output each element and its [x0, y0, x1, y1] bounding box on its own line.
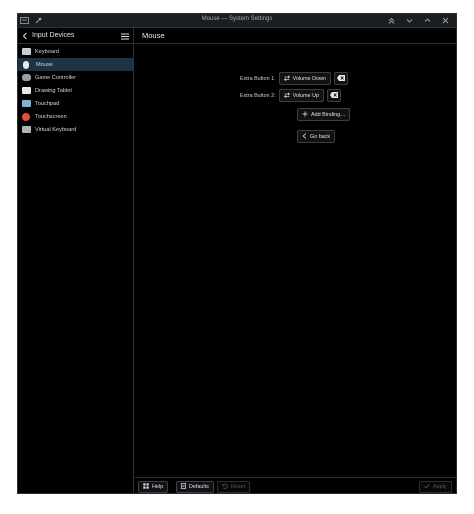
- binding-row: Extra Button 2: Volume Up: [240, 89, 342, 102]
- apply-button[interactable]: Apply: [419, 481, 452, 493]
- binding-row: Extra Button 1: Volume Down: [240, 72, 348, 85]
- sidebar-item-touchpad[interactable]: Touchpad: [18, 97, 133, 110]
- game-controller-icon: [22, 74, 31, 81]
- delete-binding-button[interactable]: [333, 72, 348, 85]
- sidebar-item-label: Touchpad: [35, 100, 60, 107]
- add-binding-row: Add Binding…: [297, 108, 351, 121]
- touchscreen-icon: [22, 112, 30, 121]
- binding-action-label: Volume Up: [292, 92, 320, 99]
- touchpad-icon: [22, 100, 31, 107]
- go-back-label: Go back: [310, 133, 331, 140]
- minimize-icon[interactable]: [405, 16, 414, 25]
- go-back-button[interactable]: Go back: [297, 130, 336, 143]
- footer-bar: Help Defaults Reset Apply: [135, 477, 456, 493]
- backspace-icon: [330, 91, 339, 100]
- sidebar-item-label: Touchscreen: [35, 113, 67, 120]
- sidebar-header: Input Devices: [18, 28, 133, 44]
- main-panel: Mouse Extra Button 1: Volume Down Extra …: [135, 28, 456, 493]
- maximize-icon[interactable]: [423, 16, 432, 25]
- keep-above-icon[interactable]: [387, 16, 396, 25]
- checkmark-icon: [424, 483, 430, 491]
- binding-action-label: Volume Down: [292, 75, 326, 82]
- sidebar-item-touchscreen[interactable]: Touchscreen: [18, 110, 133, 123]
- help-label: Help: [152, 484, 164, 490]
- sidebar-item-keyboard[interactable]: Keyboard: [18, 45, 133, 58]
- go-back-row: Go back: [297, 130, 336, 143]
- delete-binding-button[interactable]: [327, 89, 342, 102]
- hamburger-menu-icon[interactable]: [121, 27, 129, 45]
- keyboard-icon: [22, 48, 31, 55]
- reset-label: Reset: [231, 484, 246, 490]
- virtual-keyboard-icon: [22, 126, 31, 133]
- system-settings-window: Mouse — System Settings Input Devices Ke…: [17, 13, 457, 494]
- sidebar-item-mouse[interactable]: Mouse: [18, 58, 133, 71]
- swap-icon: [283, 92, 290, 100]
- defaults-label: Defaults: [189, 484, 209, 490]
- drawing-tablet-icon: [22, 87, 31, 94]
- binding-action-button[interactable]: Volume Down: [278, 72, 331, 85]
- sidebar-item-virtual-keyboard[interactable]: Virtual Keyboard: [18, 123, 133, 136]
- sidebar-title: Input Devices: [32, 32, 75, 39]
- sidebar-list: Keyboard Mouse Game Controller Drawing T…: [18, 44, 133, 136]
- sidebar-item-label: Mouse: [36, 61, 53, 68]
- sidebar-item-label: Drawing Tablet: [35, 87, 72, 94]
- defaults-button[interactable]: Defaults: [176, 481, 214, 493]
- sidebar: Input Devices Keyboard Mouse Game Contro…: [18, 28, 134, 493]
- binding-action-button[interactable]: Volume Up: [278, 89, 325, 102]
- sidebar-item-game-controller[interactable]: Game Controller: [18, 71, 133, 84]
- swap-icon: [283, 75, 290, 83]
- undo-icon: [222, 483, 228, 491]
- back-arrow-icon[interactable]: [22, 27, 28, 45]
- backspace-icon: [336, 74, 345, 83]
- add-binding-button[interactable]: Add Binding…: [297, 108, 351, 121]
- binding-label: Extra Button 1:: [240, 75, 276, 82]
- help-button[interactable]: Help: [138, 481, 169, 493]
- reset-button[interactable]: Reset: [217, 481, 251, 493]
- mouse-icon: [23, 60, 29, 69]
- sidebar-item-label: Game Controller: [35, 74, 77, 81]
- binding-label: Extra Button 2:: [240, 92, 276, 99]
- plus-icon: [302, 111, 308, 119]
- chevron-left-icon: [302, 132, 307, 141]
- document-icon: [181, 483, 186, 491]
- apply-label: Apply: [433, 484, 447, 490]
- sidebar-item-drawing-tablet[interactable]: Drawing Tablet: [18, 84, 133, 97]
- sidebar-item-label: Keyboard: [35, 48, 59, 55]
- add-binding-label: Add Binding…: [311, 111, 346, 118]
- help-grid-icon: [143, 483, 149, 491]
- title-bar: Mouse — System Settings: [18, 14, 456, 28]
- page-title: Mouse: [135, 28, 456, 44]
- close-icon[interactable]: [441, 16, 450, 25]
- sidebar-item-label: Virtual Keyboard: [35, 126, 77, 133]
